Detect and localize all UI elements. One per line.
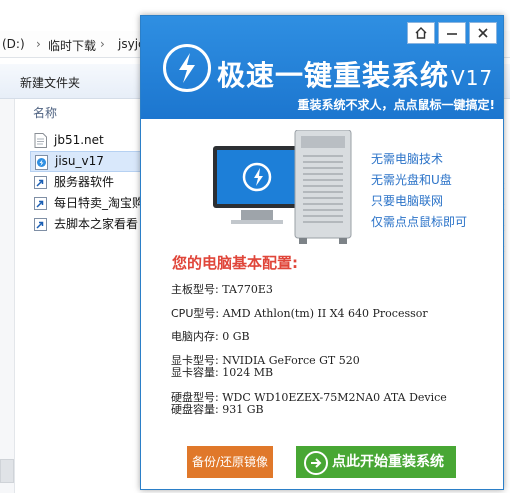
file-list: jb51.net jisu_v17 服务器软件 每日特卖_淘宝购 去脚本之家看看 (30, 130, 142, 235)
feature-item: 仅需点点鼠标即可 (371, 215, 468, 229)
installer-dialog: 极速一键重装系统 V17 重装系统不求人，点点鼠标一键搞定! 无需电脑技术 无需光… (140, 15, 504, 490)
config-heading: 您的电脑基本配置: (172, 254, 298, 272)
address-drive[interactable]: (D:) (2, 37, 25, 51)
home-button[interactable] (407, 22, 435, 44)
slogan: 重装系统不求人，点点鼠标一键搞定! (297, 98, 495, 112)
close-icon (478, 28, 488, 38)
config-label: 显卡容量: (171, 366, 219, 379)
feature-item: 只要电脑联网 (371, 194, 444, 208)
file-name: 去脚本之家看看 (54, 217, 139, 231)
backup-restore-button[interactable]: 备份/还原镜像 (187, 446, 273, 478)
file-name: jisu_v17 (55, 154, 104, 168)
app-title-text: 极速一键重装系统 (217, 59, 450, 92)
file-name: 服务器软件 (54, 175, 115, 189)
breadcrumb-separator[interactable]: › (36, 37, 41, 51)
config-cpu: CPU型号: AMD Athlon(tm) II X4 640 Processo… (171, 305, 428, 321)
close-button[interactable] (469, 22, 497, 44)
config-value: 931 GB (222, 403, 264, 416)
breadcrumb-separator[interactable]: › (100, 37, 105, 51)
app-title: 极速一键重装系统 V17 (217, 54, 493, 94)
list-item[interactable]: jisu_v17 (30, 151, 142, 172)
config-disk-size: 硬盘容量: 931 GB (171, 401, 264, 417)
shortcut-icon (34, 176, 47, 189)
minimize-button[interactable] (438, 22, 466, 44)
shortcut-icon (34, 197, 47, 210)
start-reinstall-button[interactable]: 点此开始重装系统 (296, 446, 456, 478)
config-label: CPU型号: (171, 307, 220, 320)
app-icon (35, 155, 48, 170)
list-item[interactable]: 去脚本之家看看 (30, 214, 142, 235)
minimize-icon (447, 33, 457, 35)
computer-illustration-icon (213, 130, 352, 244)
list-item[interactable]: 每日特卖_淘宝购 (30, 193, 142, 214)
config-value: 0 GB (222, 330, 250, 343)
config-board: 主板型号: TA770E3 (171, 281, 273, 297)
start-reinstall-label: 点此开始重装系统 (332, 454, 444, 470)
new-folder-button[interactable]: 新建文件夹 (20, 74, 80, 91)
feature-list: 无需电脑技术 无需光盘和U盘 只要电脑联网 仅需点点鼠标即可 (371, 149, 467, 233)
config-value: 1024 MB (222, 366, 274, 379)
file-name: jb51.net (54, 133, 104, 147)
feature-item: 无需电脑技术 (371, 152, 444, 166)
app-version: V17 (451, 66, 494, 90)
config-value: TA770E3 (222, 283, 273, 296)
address-folder[interactable]: 临时下载 (48, 37, 96, 54)
list-item[interactable]: jb51.net (30, 130, 142, 151)
shortcut-icon (34, 218, 47, 231)
window-controls (407, 22, 497, 44)
config-label: 电脑内存: (171, 330, 219, 343)
feature-item: 无需光盘和U盘 (371, 173, 452, 187)
arrow-right-circle-icon (304, 451, 328, 475)
file-name: 每日特卖_淘宝购 (54, 196, 142, 210)
navigation-pane[interactable] (0, 99, 15, 493)
config-label: 主板型号: (171, 283, 219, 296)
dialog-banner: 极速一键重装系统 V17 重装系统不求人，点点鼠标一键搞定! (141, 16, 503, 119)
lightning-logo-icon (163, 44, 211, 92)
text-file-icon (34, 133, 47, 148)
config-vram: 显卡容量: 1024 MB (171, 364, 273, 380)
home-icon (415, 27, 427, 39)
config-label: 硬盘容量: (171, 403, 219, 416)
config-value: AMD Athlon(tm) II X4 640 Processor (222, 307, 428, 320)
config-memory: 电脑内存: 0 GB (171, 328, 250, 344)
list-item[interactable]: 服务器软件 (30, 172, 142, 193)
scrollbar-thumb[interactable] (0, 459, 14, 483)
column-header-name[interactable]: 名称 (33, 104, 57, 121)
